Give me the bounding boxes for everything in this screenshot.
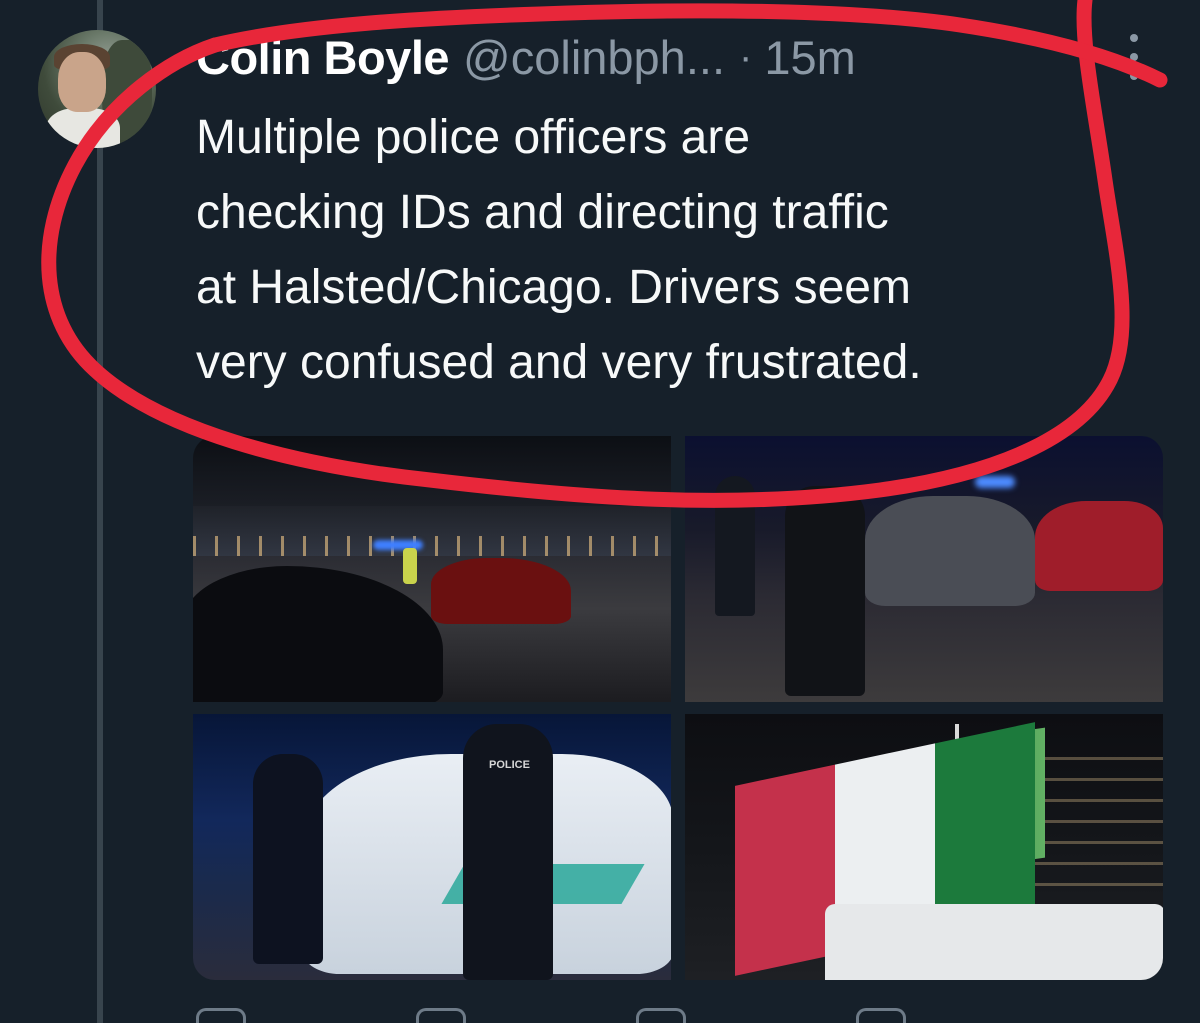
more-dot (1130, 72, 1138, 80)
author-avatar[interactable] (38, 30, 156, 148)
tweet-media-grid: POLICE (193, 436, 1163, 980)
photo-siren-light (975, 476, 1015, 488)
share-icon[interactable] (856, 1008, 906, 1023)
more-dot (1130, 53, 1138, 61)
photo-officer-leaning (253, 754, 323, 964)
avatar-shirt (46, 108, 120, 148)
tweet-text: Multiple police officers are checking ID… (196, 100, 1176, 400)
tweet-text-line: checking IDs and directing traffic (196, 186, 889, 239)
header-separator: · (739, 34, 753, 79)
tweet-text-line: very confused and very frustrated. (196, 336, 922, 389)
flag-red-stripe (735, 764, 835, 976)
tweet-header: Colin Boyle @colinbph... · 15m (196, 22, 856, 92)
photo-grey-car (865, 496, 1035, 606)
tweet-photo-1[interactable] (193, 436, 671, 702)
photo-street-lights (193, 536, 671, 556)
photo-officer-background (715, 476, 755, 616)
photo-white-truck (825, 904, 1163, 980)
tweet-photo-3[interactable]: POLICE (193, 714, 671, 980)
more-vertical-icon[interactable] (1127, 34, 1141, 80)
tweet-screen: Colin Boyle @colinbph... · 15m Multiple … (0, 0, 1200, 1023)
more-dot (1130, 34, 1138, 42)
tweet-text-line: at Halsted/Chicago. Drivers seem (196, 261, 911, 314)
author-handle[interactable]: @colinbph... (463, 30, 725, 85)
reply-icon[interactable] (196, 1008, 246, 1023)
photo-dark-car (193, 566, 443, 702)
tweet-photo-4[interactable] (685, 714, 1163, 980)
like-icon[interactable] (636, 1008, 686, 1023)
photo-officer-directing (785, 486, 865, 696)
photo-red-car (431, 558, 571, 624)
retweet-icon[interactable] (416, 1008, 466, 1023)
photo-red-car (1035, 501, 1163, 591)
thread-connector-line (97, 0, 103, 1023)
tweet-timestamp[interactable]: 15m (764, 30, 855, 85)
flag-green-stripe (935, 722, 1035, 934)
tweet-action-bar (196, 1008, 1176, 1023)
photo-officer-vest (403, 548, 417, 584)
tweet-text-line: Multiple police officers are (196, 111, 751, 164)
photo-police-vest-label: POLICE (489, 759, 530, 771)
tweet-photo-2[interactable] (685, 436, 1163, 702)
avatar-face (58, 52, 106, 112)
author-name[interactable]: Colin Boyle (196, 30, 450, 85)
